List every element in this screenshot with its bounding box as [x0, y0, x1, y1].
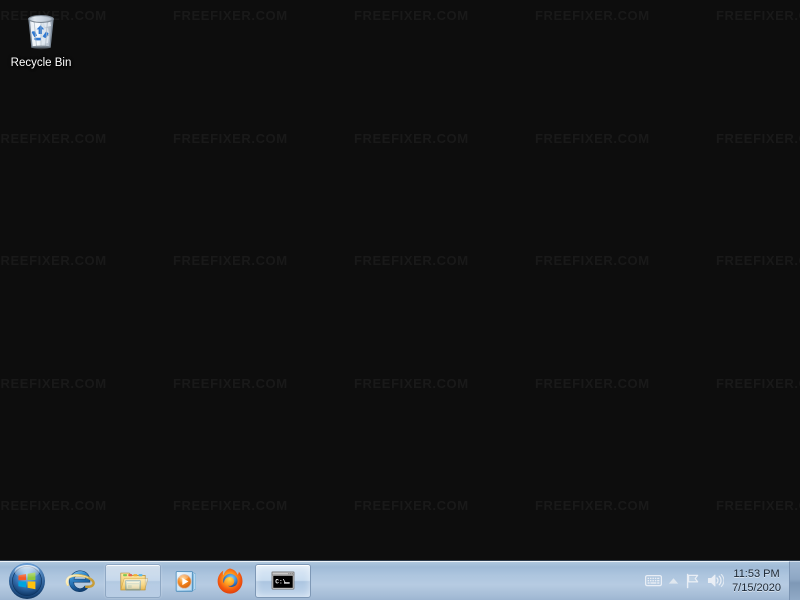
- watermark-label: FREEFIXER.COM: [535, 8, 650, 23]
- watermark-label: FREEFIXER.COM: [0, 130, 107, 146]
- tray-volume-icon[interactable]: [704, 569, 726, 593]
- taskbar-item-internet-explorer[interactable]: [58, 564, 102, 598]
- watermark-label: FREEFIXER.COM: [716, 8, 800, 23]
- watermark-label: FREEFIXER.COM: [716, 375, 800, 391]
- watermark-label: FREEFIXER.COM: [0, 253, 107, 268]
- watermark-label: FREEFIXER.COM: [354, 498, 469, 513]
- watermark-label: FREEFIXER.COM: [354, 375, 469, 391]
- tray-input-indicator-icon[interactable]: [642, 569, 664, 593]
- watermark-label: FREEFIXER.COM: [535, 253, 650, 268]
- taskbar-items: C:\: [54, 561, 642, 600]
- chevron-up-icon: [668, 577, 678, 584]
- taskbar-item-mozilla-firefox[interactable]: [208, 564, 252, 598]
- speaker-icon: [707, 574, 724, 587]
- taskbar-item-windows-media-player[interactable]: [164, 564, 208, 598]
- clock-date: 7/15/2020: [732, 581, 781, 594]
- recycle-bin-icon: [17, 6, 65, 54]
- flag-icon: [686, 573, 699, 588]
- watermark-label: FREEFIXER.COM: [535, 375, 650, 391]
- desktop-icon-label: Recycle Bin: [10, 57, 72, 69]
- media-player-icon: [175, 570, 196, 592]
- watermark-label: FREEFIXER.COM: [0, 498, 107, 513]
- watermark-label: FREEFIXER.COM: [173, 375, 288, 391]
- watermark-layer: FREEFIXER.COM FREEFIXER.COM FREEFIXER.COM F…: [0, 0, 800, 560]
- start-button[interactable]: [0, 561, 54, 600]
- desktop-icon-recycle-bin[interactable]: Recycle Bin: [2, 6, 80, 70]
- taskbar-item-windows-explorer[interactable]: [105, 563, 161, 598]
- watermark-label: FREEFIXER.COM: [354, 130, 469, 146]
- watermark-label: FREEFIXER.COM: [173, 498, 288, 513]
- watermark-label: FREEFIXER.COM: [535, 498, 650, 513]
- watermark-label: FREEFIXER.COM: [173, 253, 288, 268]
- keyboard-icon: [644, 574, 662, 587]
- watermark-label: FREEFIXER.COM: [716, 498, 800, 513]
- firefox-icon: [217, 567, 243, 594]
- taskbar-clock[interactable]: 11:53 PM 7/15/2020: [726, 567, 789, 595]
- watermark-label: FREEFIXER.COM: [173, 130, 288, 146]
- internet-explorer-icon: [65, 570, 95, 592]
- tray-show-hidden-icons-button[interactable]: [664, 569, 682, 593]
- watermark-label: FREEFIXER.COM: [0, 375, 107, 391]
- windows-start-orb-icon: [9, 562, 45, 599]
- watermark-label: FREEFIXER.COM: [173, 8, 288, 23]
- command-prompt-icon: C:\: [271, 571, 295, 590]
- watermark-label: FREEFIXER.COM: [716, 130, 800, 146]
- watermark-label: FREEFIXER.COM: [354, 8, 469, 23]
- desktop-surface[interactable]: FREEFIXER.COM FREEFIXER.COM FREEFIXER.COM F…: [0, 0, 800, 560]
- watermark-label: FREEFIXER.COM: [354, 253, 469, 268]
- clock-time: 11:53 PM: [733, 567, 780, 580]
- tray-action-center-icon[interactable]: [682, 569, 704, 593]
- svg-text:C:\: C:\: [275, 578, 286, 585]
- taskbar-item-command-prompt[interactable]: C:\: [255, 563, 311, 598]
- watermark-label: FREEFIXER.COM: [716, 253, 800, 268]
- folder-explorer-icon: [120, 572, 148, 590]
- taskbar: C:\ 11:53 PM 7/15/2020: [0, 560, 800, 600]
- show-desktop-button[interactable]: [789, 560, 800, 600]
- system-tray: 11:53 PM 7/15/2020: [642, 560, 800, 600]
- desktop-screen: FREEFIXER.COM FREEFIXER.COM FREEFIXER.COM F…: [0, 0, 800, 600]
- watermark-label: FREEFIXER.COM: [535, 130, 650, 146]
